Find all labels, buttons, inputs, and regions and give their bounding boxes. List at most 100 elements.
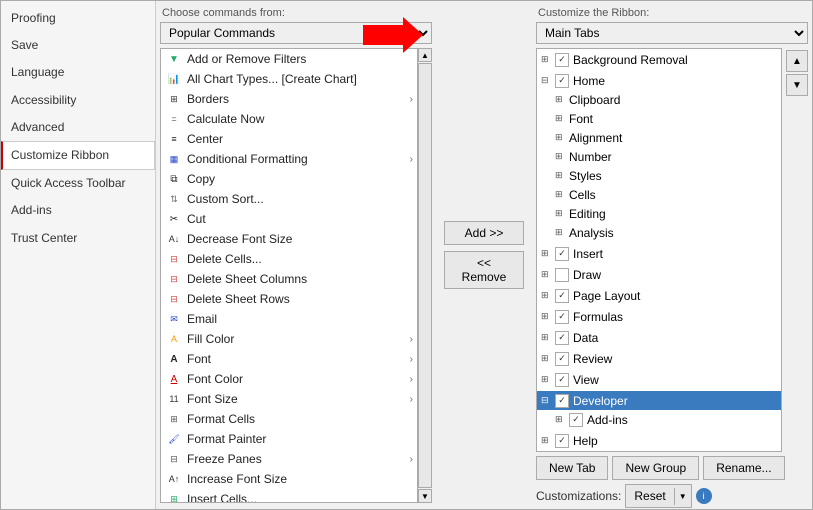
- ribbon-scroll-btns: ▲ ▼: [786, 48, 808, 452]
- sidebar-item-trust-center[interactable]: Trust Center: [1, 225, 155, 252]
- tree-clipboard[interactable]: ⊞ Clipboard: [537, 90, 781, 109]
- commands-scroll-down[interactable]: ▼: [418, 489, 432, 503]
- check-review[interactable]: [555, 352, 569, 366]
- cmd-cut[interactable]: ✂ Cut: [161, 209, 417, 229]
- expand-view: ⊞: [541, 374, 555, 385]
- check-insert[interactable]: [555, 247, 569, 261]
- cmd-center[interactable]: ≡ Center: [161, 129, 417, 149]
- reset-dropdown[interactable]: Reset ▼: [625, 484, 691, 508]
- sidebar-item-quick-access[interactable]: Quick Access Toolbar: [1, 170, 155, 197]
- cmd-add-remove-filters[interactable]: ▼ Add or Remove Filters: [161, 49, 417, 69]
- tree-formulas: ⊞ Formulas: [537, 306, 781, 327]
- cmd-format-cells[interactable]: ⊞ Format Cells: [161, 409, 417, 429]
- cmd-icon-4: ≡: [165, 131, 183, 147]
- cmd-fill-color[interactable]: A Fill Color ›: [161, 329, 417, 349]
- cmd-icon-15: A: [165, 351, 183, 367]
- cmd-freeze-panes[interactable]: ⊟ Freeze Panes ›: [161, 449, 417, 469]
- sidebar-item-language[interactable]: Language: [1, 59, 155, 86]
- tree-analysis[interactable]: ⊞ Analysis: [537, 223, 781, 242]
- check-page-layout[interactable]: [555, 289, 569, 303]
- cmd-icon-0: ▼: [165, 51, 183, 67]
- remove-button[interactable]: << Remove: [444, 251, 524, 289]
- label-cells: Cells: [569, 188, 596, 202]
- commands-list-container: ▼ Add or Remove Filters 📊 All Chart Type…: [160, 48, 418, 503]
- tree-font[interactable]: ⊞ Font: [537, 109, 781, 128]
- cmd-font-size[interactable]: 11 Font Size ›: [161, 389, 417, 409]
- sidebar-item-advanced[interactable]: Advanced: [1, 114, 155, 141]
- check-draw[interactable]: [555, 268, 569, 282]
- cmd-delete-cells[interactable]: ⊟ Delete Cells...: [161, 249, 417, 269]
- tree-insert: ⊞ Insert: [537, 243, 781, 264]
- expand-font: ⊞: [555, 113, 569, 124]
- label-insert: Insert: [573, 247, 603, 261]
- ribbon-list-wrapper: ⊞ Background Removal ⊟ Home: [536, 48, 808, 452]
- cmd-insert-cells[interactable]: ⊞ Insert Cells...: [161, 489, 417, 503]
- commands-scroll-track[interactable]: [418, 63, 432, 488]
- commands-dropdown[interactable]: Popular Commands: [160, 22, 432, 44]
- customizations-row: Customizations: Reset ▼ i: [536, 484, 808, 508]
- cmd-copy[interactable]: ⧉ Copy: [161, 169, 417, 189]
- cmd-all-chart-types[interactable]: 📊 All Chart Types... [Create Chart]: [161, 69, 417, 89]
- cmd-arrow-17: ›: [410, 394, 413, 405]
- ribbon-scroll-down[interactable]: ▼: [786, 74, 808, 96]
- cmd-icon-12: ⊟: [165, 291, 183, 307]
- add-button[interactable]: Add >>: [444, 221, 524, 245]
- rename-button[interactable]: Rename...: [703, 456, 784, 480]
- check-view[interactable]: [555, 373, 569, 387]
- cmd-custom-sort[interactable]: ⇅ Custom Sort...: [161, 189, 417, 209]
- label-review: Review: [573, 352, 612, 366]
- sidebar-item-customize-ribbon[interactable]: Customize Ribbon: [1, 141, 155, 170]
- tree-number[interactable]: ⊞ Number: [537, 147, 781, 166]
- check-developer[interactable]: [555, 394, 569, 408]
- cmd-font[interactable]: A Font ›: [161, 349, 417, 369]
- cmd-font-color[interactable]: A Font Color ›: [161, 369, 417, 389]
- check-add-ins-sub[interactable]: [569, 413, 583, 427]
- sidebar-item-add-ins[interactable]: Add-ins: [1, 197, 155, 224]
- tree-styles[interactable]: ⊞ Styles: [537, 166, 781, 185]
- check-help[interactable]: [555, 434, 569, 448]
- cmd-email[interactable]: ✉ Email: [161, 309, 417, 329]
- tree-editing[interactable]: ⊞ Editing: [537, 204, 781, 223]
- sidebar-item-save[interactable]: Save: [1, 32, 155, 59]
- cmd-borders[interactable]: ⊞ Borders ›: [161, 89, 417, 109]
- commands-scroll-up[interactable]: ▲: [418, 48, 432, 62]
- tree-cells[interactable]: ⊞ Cells: [537, 185, 781, 204]
- cmd-arrow-15: ›: [410, 354, 413, 365]
- cmd-delete-sheet-rows[interactable]: ⊟ Delete Sheet Rows: [161, 289, 417, 309]
- cmd-conditional-formatting[interactable]: ▦ Conditional Formatting ›: [161, 149, 417, 169]
- expand-draw: ⊞: [541, 269, 555, 280]
- cmd-arrow-2: ›: [410, 94, 413, 105]
- cmd-decrease-font-size[interactable]: A↓ Decrease Font Size: [161, 229, 417, 249]
- cmd-label-9: Decrease Font Size: [187, 232, 292, 246]
- cmd-label-6: Copy: [187, 172, 215, 186]
- sidebar-item-proofing[interactable]: Proofing: [1, 5, 155, 32]
- cmd-increase-font-size[interactable]: A↑ Increase Font Size: [161, 469, 417, 489]
- new-group-button[interactable]: New Group: [612, 456, 699, 480]
- label-bg-removal: Background Removal: [573, 53, 688, 67]
- label-home: Home: [573, 74, 605, 88]
- sidebar-item-accessibility[interactable]: Accessibility: [1, 87, 155, 114]
- ribbon-panel-label: Customize the Ribbon:: [536, 7, 808, 19]
- ribbon-scroll-up[interactable]: ▲: [786, 50, 808, 72]
- cmd-icon-11: ⊟: [165, 271, 183, 287]
- expand-developer: ⊟: [541, 395, 555, 406]
- cmd-calculate-now[interactable]: = Calculate Now: [161, 109, 417, 129]
- ribbon-dropdown[interactable]: Main Tabs: [536, 22, 808, 44]
- tree-add-ins-sub[interactable]: ⊞ Add-ins: [537, 410, 781, 429]
- tree-developer: ⊟ Developer ⊞ Add-ins: [537, 390, 781, 430]
- commands-panel-label: Choose commands from:: [160, 7, 432, 19]
- cmd-icon-21: A↑: [165, 471, 183, 487]
- cmd-label-12: Delete Sheet Rows: [187, 292, 290, 306]
- new-tab-button[interactable]: New Tab: [536, 456, 608, 480]
- check-formulas[interactable]: [555, 310, 569, 324]
- check-bg-removal[interactable]: [555, 53, 569, 67]
- label-analysis: Analysis: [569, 226, 614, 240]
- tree-alignment[interactable]: ⊞ Alignment: [537, 128, 781, 147]
- cmd-format-painter[interactable]: 🖌 Format Painter: [161, 429, 417, 449]
- check-data[interactable]: [555, 331, 569, 345]
- cmd-arrow-5: ›: [410, 154, 413, 165]
- cmd-delete-sheet-columns[interactable]: ⊟ Delete Sheet Columns: [161, 269, 417, 289]
- customizations-info-icon[interactable]: i: [696, 488, 712, 504]
- check-home[interactable]: [555, 74, 569, 88]
- tree-help: ⊞ Help: [537, 430, 781, 451]
